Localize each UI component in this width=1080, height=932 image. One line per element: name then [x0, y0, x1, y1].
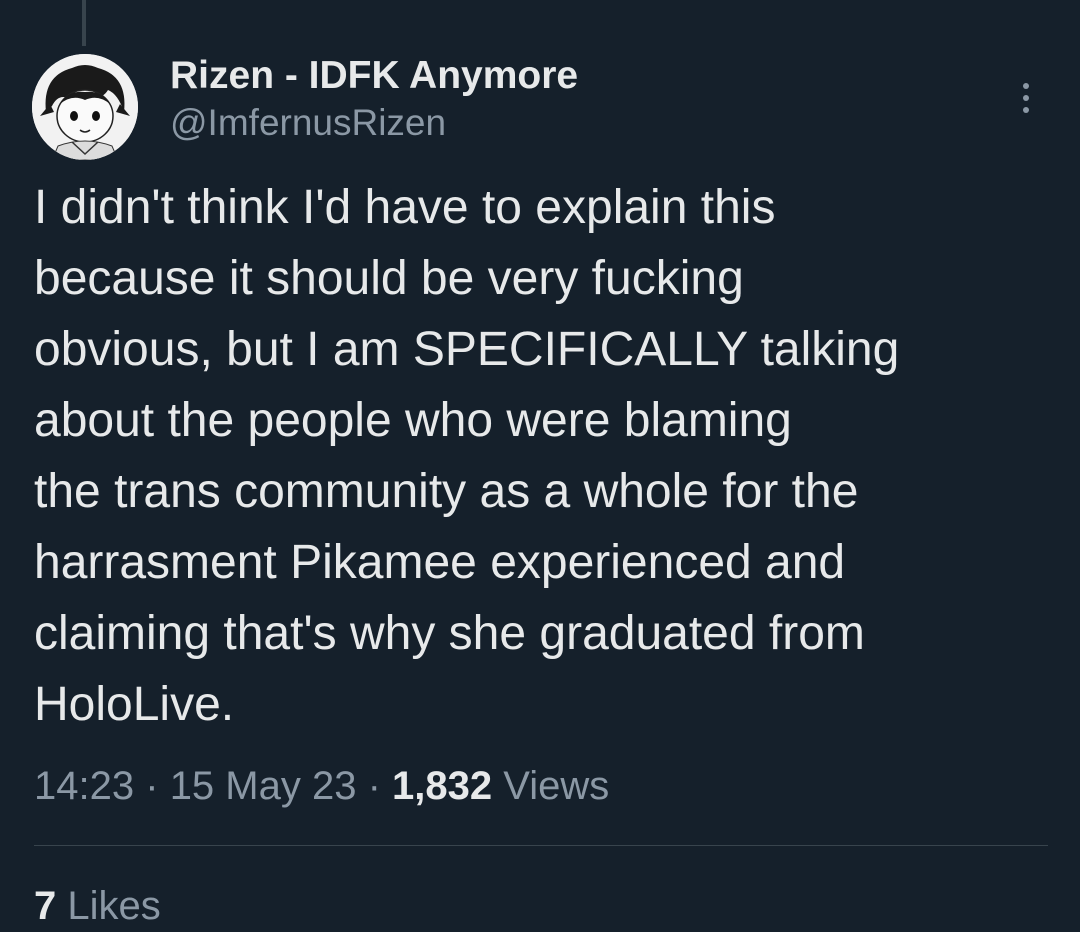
author-display-name[interactable]: Rizen - IDFK Anymore [170, 52, 578, 100]
likes-label: Likes [67, 884, 161, 928]
views-count: 1,832 [392, 764, 493, 808]
more-options-button[interactable] [1008, 78, 1044, 118]
likes-stat[interactable]: 7 Likes [34, 880, 161, 932]
more-options-icon [1023, 83, 1029, 89]
thread-connector-line [82, 0, 86, 46]
tweet-text: I didn't think I'd have to explain this … [34, 181, 900, 731]
tweet-meta: 14:23 · 15 May 23 · 1,832 Views [34, 760, 609, 812]
tweet-time[interactable]: 14:23 [34, 764, 134, 808]
author-avatar[interactable] [32, 54, 138, 160]
more-options-icon-dot [1023, 95, 1029, 101]
meta-separator: · [145, 764, 159, 808]
views-label: Views [503, 764, 610, 808]
author-handle[interactable]: @ImfernusRizen [170, 100, 578, 146]
author-block[interactable]: Rizen - IDFK Anymore @ImfernusRizen [170, 52, 578, 146]
more-options-icon-dot [1023, 107, 1029, 113]
anime-avatar-icon [32, 54, 138, 160]
tweet-date[interactable]: 15 May 23 [170, 764, 357, 808]
divider [34, 845, 1048, 846]
likes-count: 7 [34, 884, 57, 928]
meta-separator: · [367, 764, 381, 808]
